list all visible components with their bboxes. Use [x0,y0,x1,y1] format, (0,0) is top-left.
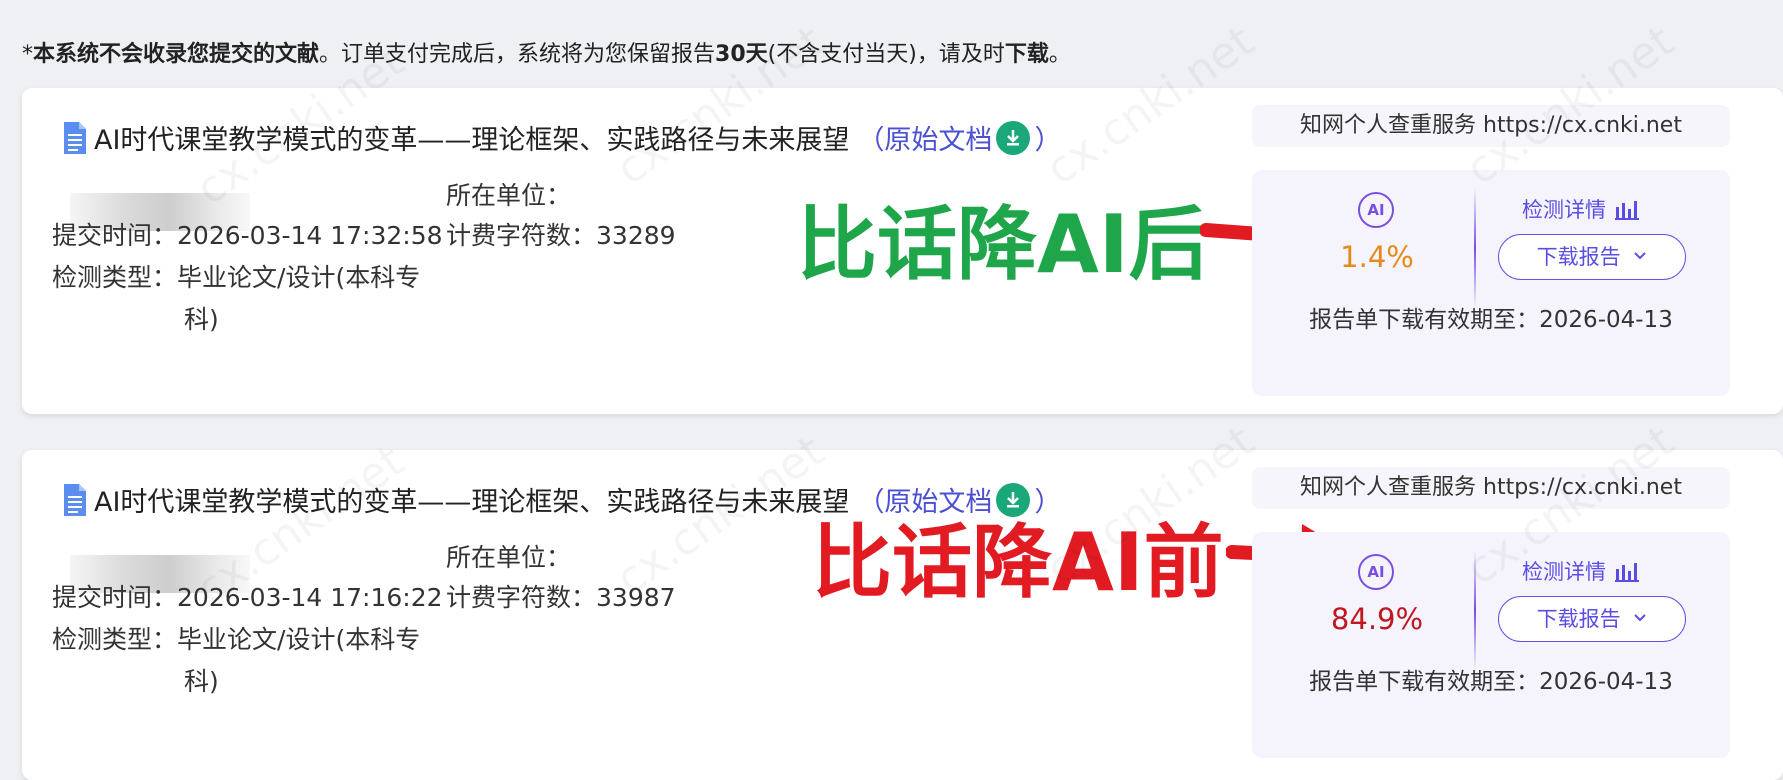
document-icon [64,483,86,516]
download-report-button[interactable]: 下载报告 [1498,596,1686,642]
chevron-down-icon [1633,232,1647,276]
report-title-row: AI时代课堂教学模式的变革——理论框架、实践路径与未来展望 （原始文档 ） [62,118,1061,157]
report-card: AI时代课堂教学模式的变革——理论框架、实践路径与未来展望 （原始文档 ） 提交… [22,88,1783,414]
submit-time-label: 提交时间： [52,221,178,250]
ai-percentage: 84.9% [1330,602,1424,636]
divider [1474,188,1476,308]
divider [1474,550,1476,670]
report-title: AI时代课堂教学模式的变革——理论框架、实践路径与未来展望 [94,487,850,518]
document-icon [64,121,86,154]
detect-type-label: 检测类型： [52,263,178,292]
original-document-close: ） [1034,125,1062,156]
ai-result-panel: AI 1.4% 检测详情 下载报告 报告单下载有效期至：2026-04-13 [1252,170,1730,396]
download-report-button[interactable]: 下载报告 [1498,234,1686,280]
detect-type-row: 检测类型：毕业论文/设计(本科专 [52,258,420,294]
detection-details-label: 检测详情 [1522,198,1606,222]
ai-percentage: 1.4% [1340,240,1414,274]
original-document-link[interactable]: （原始文档 ） [857,118,1061,157]
ai-icon: AI [1358,554,1394,590]
char-count-row: 计费字符数：33987 [446,578,676,614]
detection-details-link[interactable]: 检测详情 [1522,194,1640,224]
notice-bold: 30天 [715,42,768,67]
annotation-after: 比话降AI后 [797,198,1209,291]
notice-part: 。 [1048,42,1071,67]
download-report-label: 下载报告 [1536,607,1621,631]
original-document-label: （原始文档 [857,125,993,156]
char-count-label: 计费字符数： [446,583,597,612]
unit-label: 所在单位： [446,543,572,572]
submit-time-value: 2026-03-14 17:32:58 [177,221,443,250]
detect-type-label: 检测类型： [52,625,178,654]
service-banner[interactable]: 知网个人查重服务 https://cx.cnki.net [1252,467,1730,509]
notice-bold: 本系统不会收录您提交的文献 [33,42,320,67]
detect-type-value: 毕业论文/设计(本科专 [177,625,421,654]
download-report-label: 下载报告 [1536,245,1621,269]
download-icon[interactable] [996,120,1031,155]
ai-icon: AI [1358,192,1394,228]
report-expiry: 报告单下载有效期至：2026-04-13 [1309,307,1673,333]
submit-time-label: 提交时间： [52,583,178,612]
char-count-value: 33987 [596,583,676,612]
service-banner[interactable]: 知网个人查重服务 https://cx.cnki.net [1252,105,1730,147]
detect-type-value: 毕业论文/设计(本科专 [177,263,421,292]
submit-time-value: 2026-03-14 17:16:22 [177,583,443,612]
notice-part: * [22,42,33,67]
chevron-down-icon [1633,594,1647,638]
ai-result-panel: AI 84.9% 检测详情 下载报告 报告单下载有效期至：2026-04-13 [1252,532,1730,758]
report-card: AI时代课堂教学模式的变革——理论框架、实践路径与未来展望 （原始文档 ） 提交… [22,450,1783,780]
report-title: AI时代课堂教学模式的变革——理论框架、实践路径与未来展望 [94,125,850,156]
detection-details-label: 检测详情 [1522,560,1606,584]
notice-part: 。订单支付完成后，系统将为您保留报告 [319,42,716,67]
detection-details-link[interactable]: 检测详情 [1522,556,1640,586]
detect-type-continued: 科) [184,667,219,696]
detect-type-continued: 科) [184,305,219,334]
char-count-row: 计费字符数：33289 [446,216,676,252]
char-count-value: 33289 [596,221,676,250]
report-expiry: 报告单下载有效期至：2026-04-13 [1309,669,1673,695]
notice-text: *本系统不会收录您提交的文献。订单支付完成后，系统将为您保留报告30天(不含支付… [22,36,1071,68]
submit-time-row: 提交时间：2026-03-14 17:16:22 [52,578,443,614]
unit-label: 所在单位： [446,181,572,210]
notice-part: (不含支付当天)，请及时 [767,42,1005,67]
chart-icon [1615,201,1639,220]
char-count-label: 计费字符数： [446,221,597,250]
detect-type-row: 检测类型：毕业论文/设计(本科专 [52,620,420,656]
notice-bold: 下载 [1004,42,1049,67]
submit-time-row: 提交时间：2026-03-14 17:32:58 [52,216,443,252]
annotation-before: 比话降AI前 [812,516,1224,609]
chart-icon [1615,563,1639,582]
